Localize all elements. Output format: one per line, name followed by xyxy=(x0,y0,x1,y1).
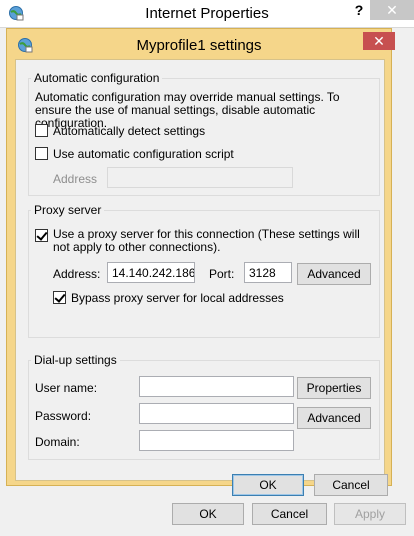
bypass-local-label[interactable]: Bypass proxy server for local addresses xyxy=(71,291,284,305)
proxy-advanced-button[interactable]: Advanced xyxy=(297,263,371,285)
domain-label: Domain: xyxy=(35,435,80,449)
script-address-field[interactable] xyxy=(107,167,293,188)
help-button[interactable]: ? xyxy=(350,2,368,22)
proxy-address-field[interactable]: 14.140.242.186 xyxy=(107,262,195,283)
close-button[interactable]: ✕ xyxy=(370,0,414,20)
proxy-address-label: Address: xyxy=(53,267,101,281)
automatic-configuration-group: Automatic configuration Automatic config… xyxy=(28,71,380,196)
use-proxy-label[interactable]: Use a proxy server for this connection (… xyxy=(53,228,368,254)
username-field[interactable] xyxy=(139,376,294,397)
dialog-ok-button[interactable]: OK xyxy=(232,474,304,496)
profile-settings-dialog: Myprofile1 settings ✕ Automatic configur… xyxy=(6,28,395,496)
username-label: User name: xyxy=(35,381,98,395)
title-bar[interactable]: Internet Properties ? ✕ xyxy=(0,0,414,28)
domain-field[interactable] xyxy=(139,430,294,451)
dialog-cancel-button[interactable]: Cancel xyxy=(314,474,388,496)
dialog-title: Myprofile1 settings xyxy=(136,37,262,54)
dialup-settings-legend: Dial-up settings xyxy=(31,353,120,367)
dialup-settings-group: Dial-up settings User name: Properties P… xyxy=(28,353,380,460)
dialog-content: Automatic configuration Automatic config… xyxy=(15,59,388,496)
automatic-configuration-legend: Automatic configuration xyxy=(31,71,163,85)
proxy-server-group: Proxy server Use a proxy server for this… xyxy=(28,203,380,338)
cancel-button[interactable]: Cancel xyxy=(252,503,327,525)
properties-button[interactable]: Properties xyxy=(297,377,371,399)
dialup-advanced-button[interactable]: Advanced xyxy=(297,407,371,429)
auto-detect-label[interactable]: Automatically detect settings xyxy=(53,124,205,138)
auto-config-script-checkbox[interactable] xyxy=(35,147,48,160)
dialog-close-button[interactable]: ✕ xyxy=(363,32,395,50)
bypass-local-checkbox[interactable] xyxy=(53,291,66,304)
auto-detect-checkbox[interactable] xyxy=(35,124,48,137)
ok-button[interactable]: OK xyxy=(172,503,244,525)
proxy-server-legend: Proxy server xyxy=(31,203,105,217)
proxy-port-label: Port: xyxy=(209,267,235,281)
proxy-port-field[interactable]: 3128 xyxy=(244,262,292,283)
password-label: Password: xyxy=(35,409,92,423)
apply-button[interactable]: Apply xyxy=(334,503,406,525)
use-proxy-checkbox[interactable] xyxy=(35,229,48,242)
password-field[interactable] xyxy=(139,403,294,424)
auto-config-script-label[interactable]: Use automatic configuration script xyxy=(53,147,234,161)
script-address-label: Address xyxy=(53,172,98,186)
